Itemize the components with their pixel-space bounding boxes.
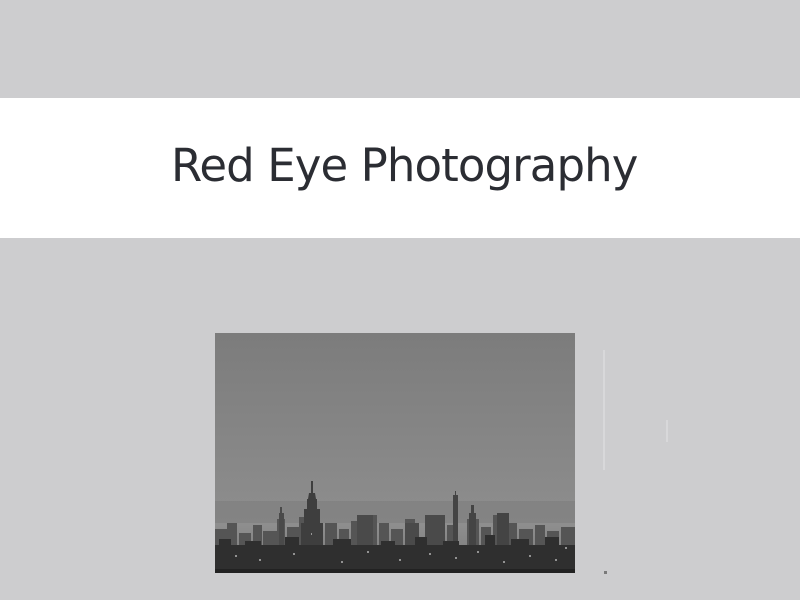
page: Red Eye Photography xyxy=(0,0,800,600)
skyline-photo xyxy=(215,333,575,573)
background-artifact xyxy=(666,420,668,442)
background-artifact xyxy=(603,350,605,470)
site-title[interactable]: Red Eye Photography xyxy=(171,138,638,194)
background-artifact xyxy=(604,571,607,574)
city-skyline-image xyxy=(215,333,575,573)
